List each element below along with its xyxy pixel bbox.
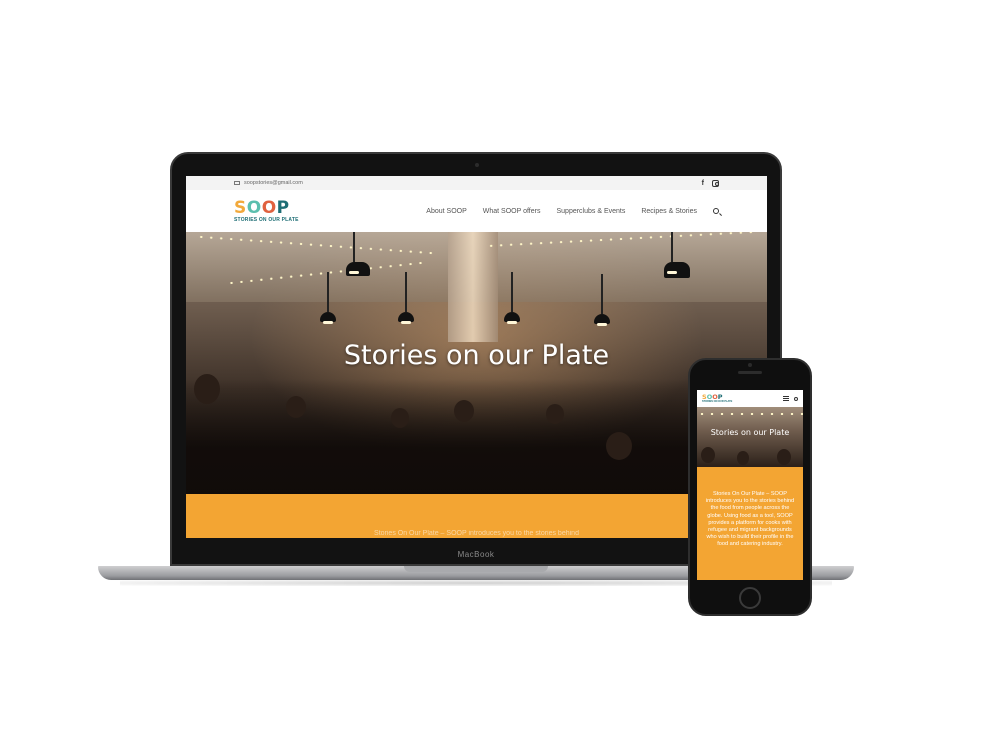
pendant-lamp [346,232,370,276]
diner [701,447,715,463]
hero-title: Stories on our Plate [343,340,610,371]
search-icon[interactable] [794,396,798,401]
diner [546,404,564,424]
phone-camera [748,363,752,367]
phone-speaker [738,371,762,374]
pendant-lamp [320,272,336,324]
phone-home-button[interactable] [739,587,761,609]
hero-banner: Stories on our Plate [186,232,767,494]
mobile-navbar: SOOP STORIES ON OUR PLATE [697,390,803,407]
nav-item-about[interactable]: About SOOP [426,208,466,215]
pendant-lamp [594,274,610,326]
site-logo[interactable]: SOOP STORIES ON OUR PLATE [234,197,299,223]
nav-item-recipes[interactable]: Recipes & Stories [641,208,697,215]
instagram-icon[interactable] [712,179,719,187]
logo-tagline: STORIES ON OUR PLATE [234,216,299,223]
mobile-logo[interactable]: SOOP STORIES ON OUR PLATE [702,394,732,404]
pendant-lamp [664,232,690,278]
nav-item-offers[interactable]: What SOOP offers [483,208,541,215]
topbar-email[interactable]: soopstories@gmail.com [244,180,303,186]
mobile-nav-icons [783,396,798,401]
phone-screen: SOOP STORIES ON OUR PLATE Stories on our… [697,390,803,580]
diner [454,400,474,422]
pendant-lamp [504,272,520,324]
diner [194,374,220,404]
menu-icon[interactable] [783,396,789,401]
nav-item-supperclubs[interactable]: Supperclubs & Events [556,208,625,215]
laptop-camera [475,163,479,167]
pendant-lamp [398,272,414,324]
diner [391,408,409,428]
diner [606,432,632,460]
mobile-hero: Stories on our Plate [697,407,803,467]
intro-section: Stories On Our Plate – SOOP introduces y… [186,494,767,538]
mobile-hero-title: Stories on our Plate [710,428,790,437]
main-menu: About SOOP What SOOP offers Supperclubs … [426,208,719,215]
laptop-notch [404,566,548,572]
social-links: f [702,179,719,187]
logo-wordmark: SOOP [234,197,290,218]
mobile-intro-section: Stories On Our Plate – SOOP introduces y… [697,467,803,580]
site-topbar: soopstories@gmail.com f [186,176,767,190]
laptop-screen: soopstories@gmail.com f SOOP STORIES ON … [186,176,767,538]
diner [737,451,749,465]
search-icon[interactable] [713,208,719,214]
device-mockup-stage: soopstories@gmail.com f SOOP STORIES ON … [0,0,1000,750]
hero-crowd [186,379,767,494]
intro-text: Stories On Our Plate – SOOP introduces y… [374,530,579,537]
diner [286,396,306,418]
site-navbar: SOOP STORIES ON OUR PLATE About SOOP Wha… [186,190,767,232]
phone: SOOP STORIES ON OUR PLATE Stories on our… [688,358,812,616]
mail-icon [234,181,240,185]
hero-duct [448,232,498,342]
string-lights [697,413,803,415]
facebook-icon[interactable]: f [702,180,704,187]
mobile-logo-tagline: STORIES ON OUR PLATE [702,400,733,404]
diner [777,449,791,465]
mobile-intro-text: Stories On Our Plate – SOOP introduces y… [705,491,795,548]
